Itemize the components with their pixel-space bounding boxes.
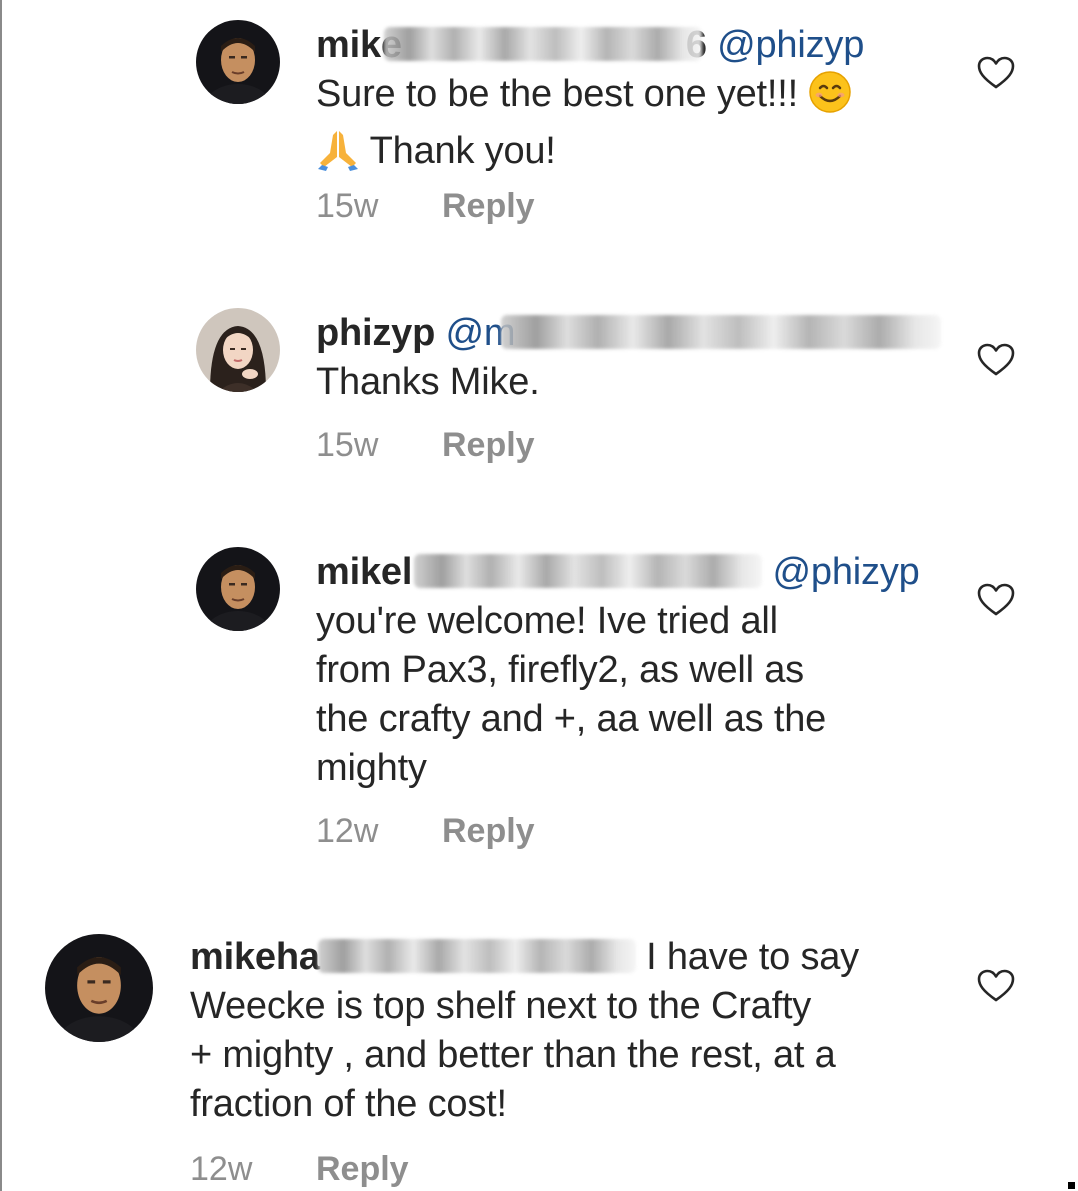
comment-3-body-2: from Pax3, firefly2, as well as	[316, 649, 804, 691]
comment-2-text: phizyp @m Thanks Mike.	[316, 309, 956, 407]
comment-3-username[interactable]: mikel	[316, 551, 412, 593]
heart-outline-icon[interactable]	[977, 583, 1015, 617]
comment-1-text: mike6 @phizyp Sure to be the best one ye…	[316, 21, 956, 184]
comment-3-line-1: mikel @phizyp	[316, 548, 956, 597]
comment-3-time: 12w	[316, 812, 379, 850]
comment-3-reply-button[interactable]: Reply	[442, 812, 535, 850]
comment-1-reply-button[interactable]: Reply	[442, 187, 535, 225]
comment-4-text: mikeha I have to say Weecke is top shelf…	[190, 933, 950, 1129]
comment-4-body-2: + mighty , and better than the rest, at …	[190, 1034, 836, 1076]
comment-4-line-1: mikeha I have to say	[190, 933, 950, 982]
comment-3-body-1: you're welcome! Ive tried all	[316, 600, 778, 642]
comment-3-mention[interactable]: @phizyp	[773, 551, 920, 593]
comment-4-body-1: Weecke is top shelf next to the Crafty	[190, 985, 812, 1027]
redacted-username-blur	[317, 939, 636, 973]
comment-4-line-4: fraction of the cost!	[190, 1080, 950, 1129]
comment-4-username[interactable]: mikeha	[190, 936, 320, 978]
comment-4-reply-button[interactable]: Reply	[316, 1150, 409, 1188]
comment-3-line-5: mighty	[316, 744, 956, 793]
avatar-phizyp[interactable]	[196, 308, 280, 392]
comment-2-line-2: Thanks Mike.	[316, 358, 956, 407]
comment-3-line-2: you're welcome! Ive tried all	[316, 597, 956, 646]
comment-3-text: mikel @phizyp you're welcome! Ive tried …	[316, 548, 956, 793]
heart-outline-icon[interactable]	[977, 969, 1015, 1003]
comment-2-meta: 15w Reply	[316, 426, 535, 465]
avatar-mike[interactable]	[196, 20, 280, 104]
comment-1-body-2: Thank you!	[369, 130, 556, 172]
comment-4-meta: 12w Reply	[190, 1150, 409, 1189]
comment-4-line-2: Weecke is top shelf next to the Crafty	[190, 982, 950, 1031]
comment-4-line-3: + mighty , and better than the rest, at …	[190, 1031, 950, 1080]
comment-4-time: 12w	[190, 1150, 253, 1188]
comment-2-username[interactable]: phizyp	[316, 312, 435, 354]
corner-mark	[1068, 1182, 1075, 1189]
avatar-mikeha[interactable]	[45, 934, 153, 1042]
avatar-mike[interactable]	[196, 547, 280, 631]
comment-1-line-2: Sure to be the best one yet!!!	[316, 70, 956, 127]
comment-4-body-start: I have to say	[646, 936, 859, 978]
comment-1-line-1: mike6 @phizyp	[316, 21, 956, 70]
comment-1-body-1: Sure to be the best one yet!!!	[316, 73, 798, 115]
comment-3-line-3: from Pax3, firefly2, as well as	[316, 646, 956, 695]
comment-1-meta: 15w Reply	[316, 187, 535, 226]
comment-3-body-3: the crafty and +, aa well as the	[316, 698, 827, 740]
comment-4-body-3: fraction of the cost!	[190, 1083, 507, 1125]
comment-3-line-4: the crafty and +, aa well as the	[316, 695, 956, 744]
comment-3-body-4: mighty	[316, 747, 427, 789]
heart-outline-icon[interactable]	[977, 343, 1015, 377]
comment-1-time: 15w	[316, 187, 379, 225]
comment-1-mention[interactable]: @phizyp	[717, 24, 864, 66]
smiling-face-emoji-icon	[808, 70, 852, 127]
heart-outline-icon[interactable]	[977, 56, 1015, 90]
comment-2-reply-button[interactable]: Reply	[442, 426, 535, 464]
comment-2-line-1: phizyp @m	[316, 309, 956, 358]
left-border	[0, 0, 2, 1191]
comment-3-meta: 12w Reply	[316, 812, 535, 851]
comment-2-time: 15w	[316, 426, 379, 464]
redacted-mention-blur	[501, 315, 942, 349]
redacted-username-blur	[383, 27, 702, 61]
comment-1-line-3: Thank you!	[316, 127, 956, 184]
comment-2-body-1: Thanks Mike.	[316, 361, 540, 403]
folded-hands-emoji-icon	[316, 127, 360, 184]
redacted-username-blur	[414, 554, 763, 588]
